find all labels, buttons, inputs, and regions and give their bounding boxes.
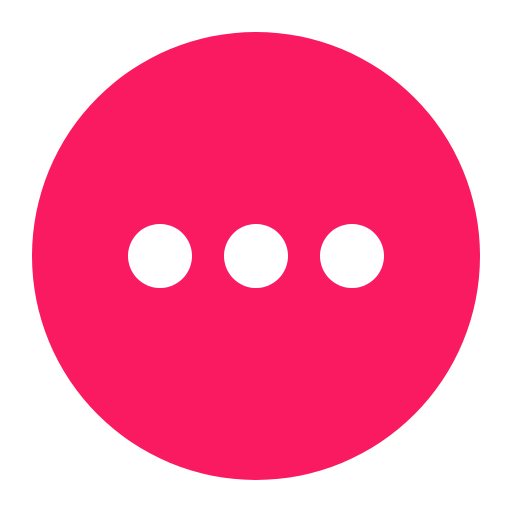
icon-canvas — [0, 0, 512, 512]
more-horizontal-icon — [128, 224, 384, 288]
dot-middle — [224, 224, 288, 288]
dot-right — [320, 224, 384, 288]
more-options-button[interactable] — [32, 32, 480, 480]
dot-left — [128, 224, 192, 288]
